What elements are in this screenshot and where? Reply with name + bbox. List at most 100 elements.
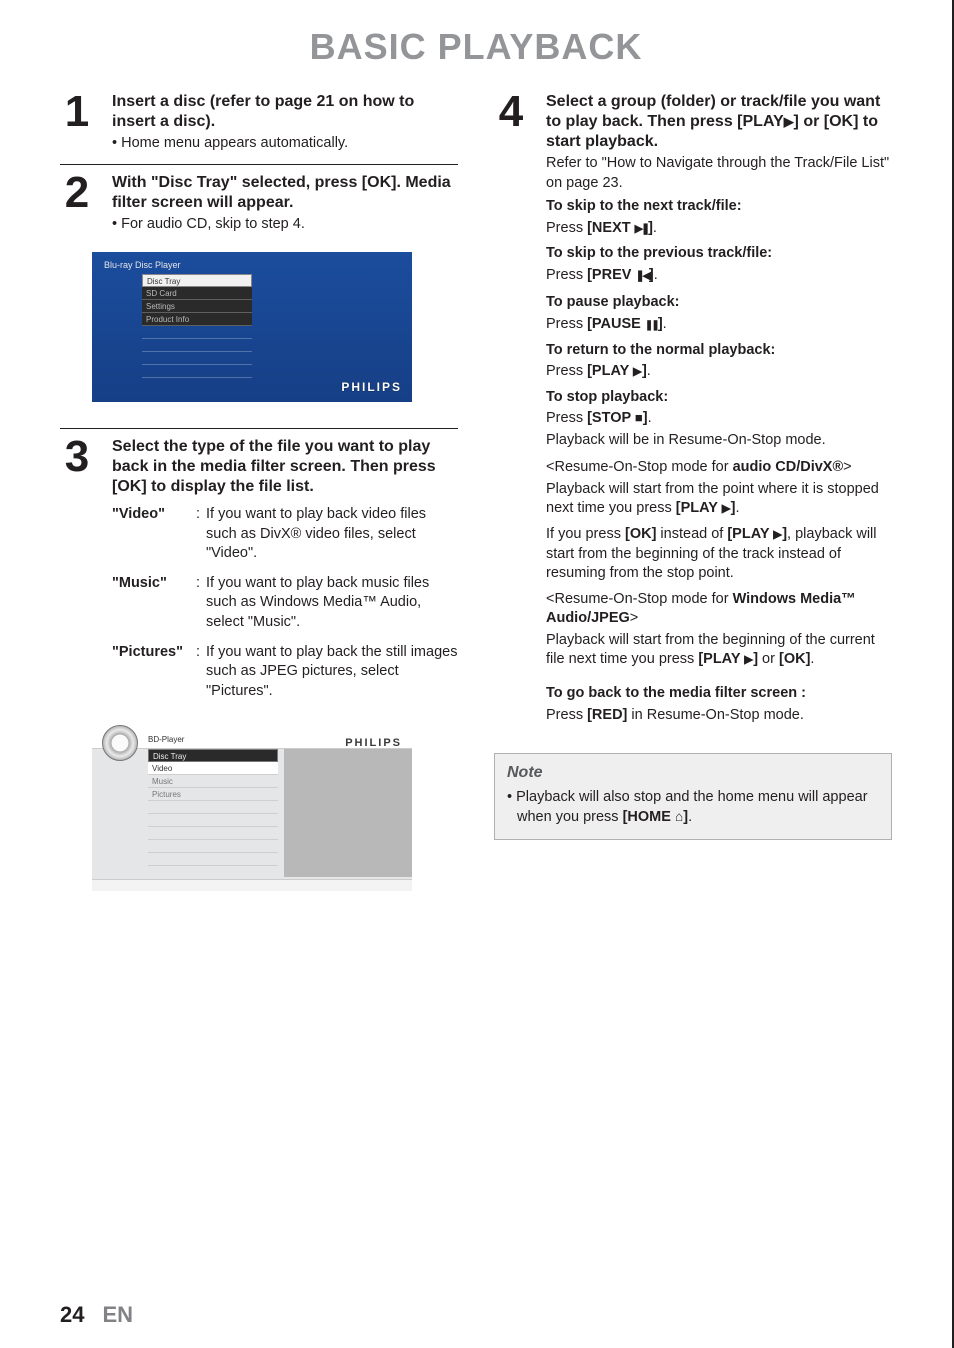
- button-name: [HOME: [623, 809, 675, 825]
- play-icon: [722, 500, 731, 516]
- menu-item-empty: [142, 365, 252, 378]
- button-name: [PLAY: [727, 526, 773, 542]
- menu-item-empty: [148, 853, 278, 866]
- button-name: [PLAY: [587, 363, 633, 379]
- button-name: [NEXT: [587, 220, 635, 236]
- step-body: Insert a disc (refer to page 21 on how t…: [112, 92, 458, 154]
- breadcrumb: BD-Player: [148, 735, 184, 744]
- bracket: ]: [642, 363, 647, 379]
- stop-group: To stop playback: Press [STOP ]. Playbac…: [546, 388, 892, 451]
- press-text: Press: [546, 220, 587, 236]
- next-icon: [635, 220, 648, 236]
- menu-area: Disc Tray Video Music Pictures: [92, 749, 282, 877]
- back-heading: To go back to the media filter screen :: [546, 685, 806, 701]
- step-heading: Select a group (folder) or track/file yo…: [546, 92, 892, 152]
- def-music: "Music" : If you want to play back music…: [112, 574, 458, 633]
- step-4: 4 Select a group (folder) or track/file …: [494, 92, 892, 741]
- return-heading: To return to the normal playback:: [546, 342, 775, 358]
- play-icon: [784, 113, 794, 130]
- press-text: Press: [546, 707, 587, 723]
- screen-title: Blu-ray Disc Player: [92, 258, 412, 274]
- menu-item-music: Music: [148, 775, 278, 788]
- pause-heading: To pause playback:: [546, 294, 680, 310]
- step-heading: Select the type of the file you want to …: [112, 437, 458, 497]
- page-title: BASIC PLAYBACK: [60, 26, 892, 68]
- page: BASIC PLAYBACK 1 Insert a disc (refer to…: [0, 0, 954, 1348]
- menu-breadcrumb: Disc Tray: [148, 749, 278, 762]
- page-number: 24: [60, 1302, 84, 1328]
- def-term: "Pictures": [112, 643, 196, 702]
- press-text: Press: [546, 267, 587, 283]
- step-1: 1 Insert a disc (refer to page 21 on how…: [60, 92, 458, 165]
- return-group: To return to the normal playback: Press …: [546, 341, 892, 382]
- home-menu: Disc Tray SD Card Settings Product Info: [142, 274, 252, 378]
- def-term: "Video": [112, 505, 196, 564]
- step-number: 4: [494, 92, 528, 731]
- menu-item-video: Video: [148, 762, 278, 775]
- menu-item-empty: [142, 339, 252, 352]
- stop-heading: To stop playback:: [546, 389, 668, 405]
- pause-group: To pause playback: Press [PAUSE ].: [546, 293, 892, 334]
- left-column: 1 Insert a disc (refer to page 21 on how…: [60, 92, 458, 891]
- gt: >: [843, 459, 851, 475]
- ok-instead-group: If you press [OK] instead of [PLAY ], pl…: [546, 525, 892, 584]
- press-text: Press: [546, 363, 587, 379]
- button-name: [PLAY: [698, 651, 744, 667]
- resume-cd-group: <Resume-On-Stop mode for audio CD/DivX®>…: [546, 458, 892, 519]
- lt: <Resume-On-Stop mode for: [546, 459, 733, 475]
- def-desc: If you want to play back music files suc…: [206, 574, 458, 633]
- skip-prev-group: To skip to the previous track/file: Pres…: [546, 244, 892, 285]
- media-filter-screenshot: BD-Player PHILIPS Disc Tray Video Music …: [92, 731, 412, 891]
- menu-item-empty: [148, 814, 278, 827]
- right-column: 4 Select a group (folder) or track/file …: [494, 92, 892, 891]
- button-name: [STOP: [587, 410, 635, 426]
- or: or: [758, 651, 779, 667]
- pause-icon: [645, 316, 658, 332]
- def-desc: If you want to play back video files suc…: [206, 505, 458, 564]
- menu-item-product-info: Product Info: [142, 313, 252, 326]
- menu-item-empty: [142, 326, 252, 339]
- skip-next-heading: To skip to the next track/file:: [546, 198, 742, 214]
- gt: >: [630, 610, 638, 626]
- bracket: ]: [648, 220, 653, 236]
- press-text: Press: [546, 410, 587, 426]
- bracket: ]: [731, 500, 736, 516]
- step-number: 1: [60, 92, 94, 154]
- definition-list: "Video" : If you want to play back video…: [112, 505, 458, 701]
- step-2: 2 With "Disc Tray" selected, press [OK].…: [60, 173, 458, 245]
- page-footer: 24 EN: [60, 1302, 133, 1328]
- step-body: With "Disc Tray" selected, press [OK]. M…: [112, 173, 458, 235]
- step-body: Select the type of the file you want to …: [112, 437, 458, 711]
- refer-text: Refer to "How to Navigate through the Tr…: [546, 154, 892, 193]
- play-icon: [744, 651, 753, 667]
- brand-logo: PHILIPS: [341, 380, 402, 394]
- menu-item-empty: [142, 352, 252, 365]
- prev-icon: [635, 267, 648, 283]
- bracket: ]: [658, 316, 663, 332]
- play-icon: [633, 363, 642, 379]
- def-term: "Music": [112, 574, 196, 633]
- t: If you press: [546, 526, 625, 542]
- note-title: Note: [507, 764, 879, 782]
- note-box: Note Playback will also stop and the hom…: [494, 753, 892, 840]
- bottom-bar: [92, 879, 412, 891]
- colon: :: [196, 643, 206, 702]
- button-name: [PREV: [587, 267, 635, 283]
- preview-pane: [284, 749, 412, 877]
- button-name: [PAUSE: [587, 316, 645, 332]
- bracket: ]: [649, 267, 654, 283]
- def-video: "Video" : If you want to play back video…: [112, 505, 458, 564]
- button-name: [PLAY: [676, 500, 722, 516]
- mode-name: audio CD/DivX®: [733, 459, 844, 475]
- press-text: Press: [546, 316, 587, 332]
- step-heading: Insert a disc (refer to page 21 on how t…: [112, 92, 458, 132]
- colon: :: [196, 574, 206, 633]
- play-icon: [773, 526, 782, 542]
- step-bullet: Home menu appears automatically.: [112, 134, 458, 154]
- menu-item-disc-tray: Disc Tray: [142, 274, 252, 287]
- t: in Resume-On-Stop mode.: [627, 707, 804, 723]
- menu-item-pictures: Pictures: [148, 788, 278, 801]
- step-number: 3: [60, 437, 94, 711]
- menu-item-sd-card: SD Card: [142, 287, 252, 300]
- brand-logo: PHILIPS: [345, 737, 402, 740]
